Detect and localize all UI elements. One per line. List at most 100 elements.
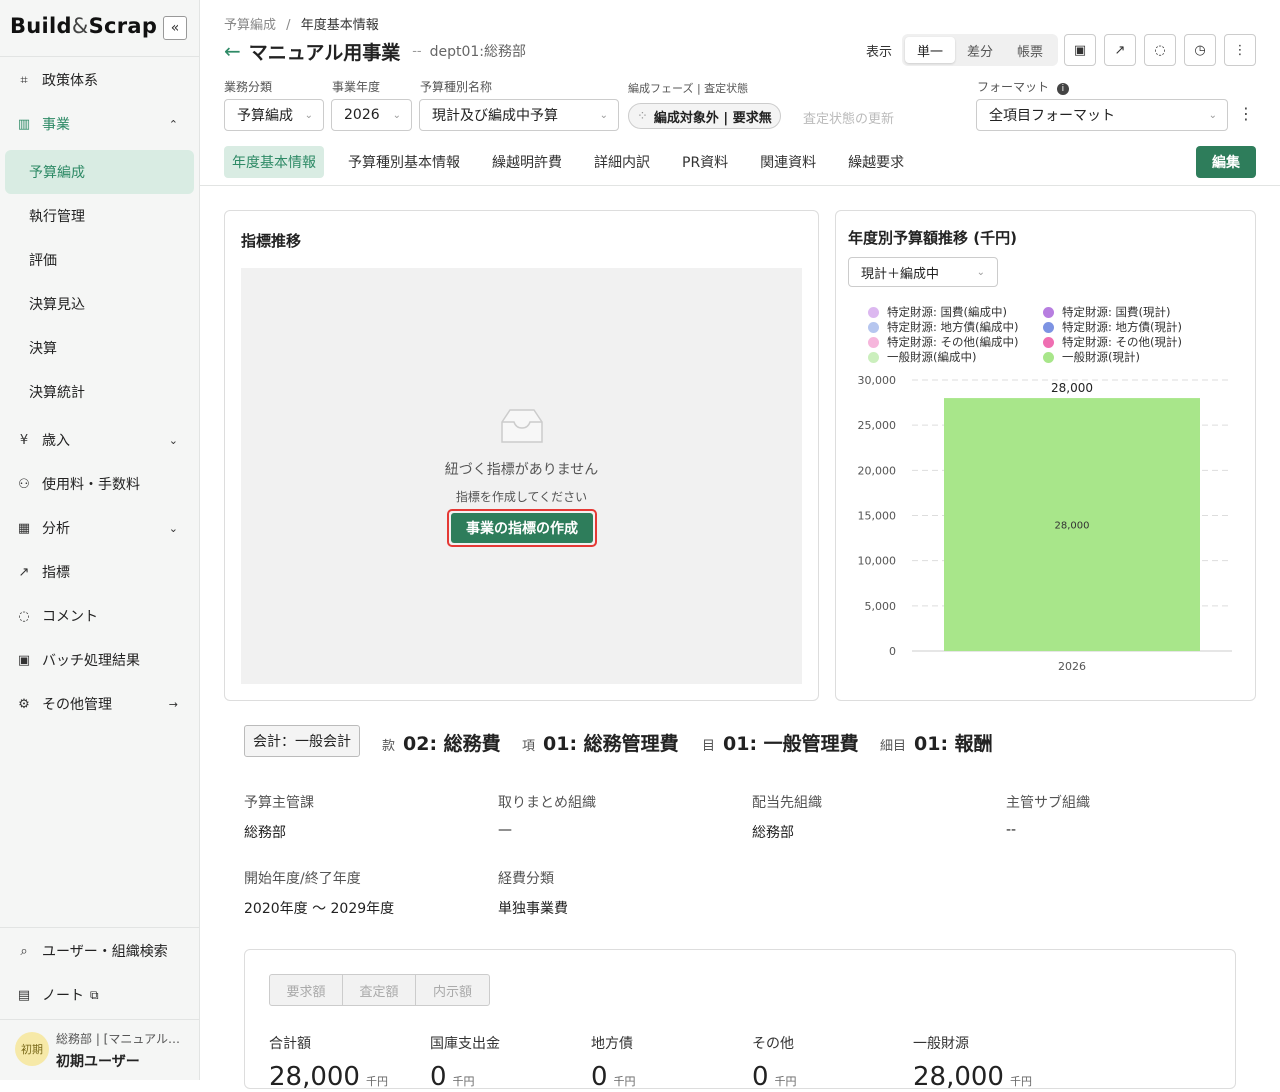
- chevron-down-icon: ⌄: [304, 109, 313, 121]
- amounts-card: [244, 949, 1236, 1089]
- ko-field: 項 01: 総務管理費: [522, 733, 679, 755]
- sidebar-item-user-search[interactable]: ⌕ ユーザー・組織検索: [0, 929, 200, 973]
- department-label: dept01:総務部: [429, 44, 527, 60]
- view-mode-label: 表示: [866, 45, 893, 60]
- tab-budget-type-info[interactable]: 予算種別基本情報: [340, 146, 468, 178]
- sidebar-item-batch-results[interactable]: ▣ バッチ処理結果: [0, 638, 200, 682]
- sidebar-item-projects[interactable]: ▥ 事業 ⌃: [0, 102, 200, 146]
- more-button[interactable]: ⋮: [1224, 34, 1256, 66]
- history-button[interactable]: ◷: [1184, 34, 1216, 66]
- yen-icon: ¥: [19, 432, 29, 448]
- dashboard-icon: ▦: [17, 520, 31, 536]
- trend-button[interactable]: ↗: [1104, 34, 1136, 66]
- hierarchy-icon: ⌗: [20, 72, 28, 88]
- tab-carryover[interactable]: 繰越明許費: [484, 146, 570, 178]
- business-category-select[interactable]: 予算編成 ⌄: [224, 99, 324, 131]
- create-indicator-button[interactable]: 事業の指標の作成: [447, 509, 597, 547]
- phase-status-badge: ⁘ 編成対象外 | 要求無: [628, 103, 781, 129]
- sidebar-item-other-admin[interactable]: ⚙ その他管理 →: [0, 682, 200, 726]
- indicator-card-title: 指標推移: [241, 232, 302, 250]
- legend-item[interactable]: 特定財源: 地方債(編成中): [868, 319, 1019, 335]
- sidebar-item-indicators[interactable]: ↗ 指標: [0, 550, 200, 594]
- sidebar-subitem-evaluation[interactable]: 評価: [0, 238, 200, 282]
- amount-value: 0 千円: [591, 1062, 636, 1092]
- back-arrow-icon[interactable]: ←: [224, 39, 241, 63]
- sidebar-subitem-settlement[interactable]: 決算: [0, 326, 200, 370]
- detail-value: --: [1006, 822, 1017, 838]
- sidebar-collapse-button[interactable]: «: [163, 16, 187, 40]
- budget-mode-select[interactable]: 現計＋編成中 ⌄: [848, 257, 998, 287]
- amount-tab-notified[interactable]: 内示額: [416, 975, 489, 1005]
- legend-item[interactable]: 特定財源: 国費(編成中): [868, 304, 1007, 320]
- update-assessment-link[interactable]: 査定状態の更新: [803, 108, 894, 127]
- sidebar-subitem-execution[interactable]: 執行管理: [0, 194, 200, 238]
- format-more-icon[interactable]: ⋮: [1238, 104, 1254, 123]
- amount-tab-assessed[interactable]: 査定額: [343, 975, 416, 1005]
- legend-swatch: [868, 306, 879, 318]
- view-mode-report[interactable]: 帳票: [1005, 37, 1055, 63]
- history-icon: ◷: [1194, 42, 1206, 58]
- legend-item[interactable]: 一般財源(現計): [1043, 349, 1140, 365]
- sidebar-subitem-budget[interactable]: 予算編成: [5, 150, 194, 194]
- empty-message: 紐づく指標がありません: [444, 462, 599, 478]
- page-title-row: ← マニュアル用事業 -- dept01:総務部: [224, 38, 526, 64]
- comment-button[interactable]: ◌: [1144, 34, 1176, 66]
- saimoku-field: 細目 01: 報酬: [880, 733, 993, 755]
- moku-field: 目 01: 一般管理費: [702, 733, 859, 755]
- user-coin-icon: ⚇: [18, 476, 30, 492]
- select-value: 現計＋編成中: [861, 266, 940, 282]
- legend-item[interactable]: 特定財源: 国費(現計): [1043, 304, 1171, 320]
- budget-type-select[interactable]: 現計及び編成中予算 ⌄: [419, 99, 619, 131]
- sidebar-item-label: 分析: [42, 521, 70, 537]
- sidebar-subitem-settlement-stats[interactable]: 決算統計: [0, 370, 200, 414]
- sidebar-item-notes[interactable]: ▤ ノート ⧉: [0, 973, 200, 1017]
- amount-tab-requested[interactable]: 要求額: [270, 975, 343, 1005]
- divider: [0, 927, 200, 928]
- avatar[interactable]: 初期: [15, 1032, 49, 1066]
- legend-label: 特定財源: 国費(編成中): [887, 305, 1008, 319]
- view-mode-single[interactable]: 単一: [905, 37, 956, 63]
- format-select[interactable]: 全項目フォーマット ⌄: [976, 99, 1228, 131]
- detail-value: —: [498, 822, 512, 838]
- tab-carryover-request[interactable]: 繰越要求: [840, 146, 912, 178]
- legend-item[interactable]: 特定財源: 地方債(現計): [1043, 319, 1182, 335]
- legend-label: 特定財源: 地方債(編成中): [887, 320, 1019, 334]
- app-logo[interactable]: Build&Scrap: [10, 14, 157, 38]
- sidebar-item-analysis[interactable]: ▦ 分析 ⌄: [0, 506, 200, 550]
- edit-button[interactable]: 編集: [1196, 146, 1256, 178]
- view-mode-diff[interactable]: 差分: [955, 37, 1005, 63]
- legend-item[interactable]: 一般財源(編成中): [868, 349, 976, 365]
- select-value: 現計及び編成中予算: [432, 108, 558, 124]
- sidebar-item-policy[interactable]: ⌗ 政策体系: [0, 58, 200, 102]
- legend-item[interactable]: 特定財源: その他(現計): [1043, 334, 1182, 350]
- breadcrumb-link-budget[interactable]: 予算編成: [224, 18, 276, 33]
- sidebar-item-label: コメント: [42, 609, 98, 625]
- breadcrumb-current: 年度基本情報: [300, 18, 379, 33]
- fiscal-year-select[interactable]: 2026 ⌄: [331, 99, 412, 131]
- tab-related-materials[interactable]: 関連資料: [752, 146, 824, 178]
- sidebar-item-label: バッチ処理結果: [42, 653, 140, 669]
- tab-details[interactable]: 詳細内訳: [586, 146, 658, 178]
- budget-type-label: 予算種別名称: [420, 80, 493, 94]
- info-icon[interactable]: i: [1056, 83, 1069, 95]
- detail-label: 配当先組織: [752, 795, 822, 811]
- legend-label: 特定財源: その他(編成中): [887, 335, 1019, 349]
- sidebar-subitem-settlement-forecast[interactable]: 決算見込: [0, 282, 200, 326]
- sidebar-item-revenue[interactable]: ¥ 歳入 ⌄: [0, 418, 200, 462]
- breadcrumb: 予算編成 / 年度基本情報: [224, 14, 379, 33]
- amount-label: 国庫支出金: [430, 1036, 500, 1052]
- sidebar-item-fees[interactable]: ⚇ 使用料・手数料: [0, 462, 200, 506]
- tab-yearly-basic-info[interactable]: 年度基本情報: [224, 146, 324, 178]
- legend-label: 一般財源(現計): [1062, 350, 1140, 364]
- title-separator: --: [412, 43, 422, 59]
- legend-item[interactable]: 特定財源: その他(編成中): [868, 334, 1019, 350]
- sidebar-item-comments[interactable]: ◌ コメント: [0, 594, 200, 638]
- detail-value: 総務部: [244, 825, 286, 841]
- user-name: 初期ユーザー: [56, 1054, 140, 1070]
- detail-label: 開始年度/終了年度: [244, 871, 361, 887]
- tab-bar: 年度基本情報 予算種別基本情報 繰越明許費 詳細内訳 PR資料 関連資料 繰越要…: [224, 146, 928, 178]
- sidebar-item-label: 指標: [42, 565, 70, 581]
- calendar-button[interactable]: ▣: [1064, 34, 1096, 66]
- tab-pr-materials[interactable]: PR資料: [674, 146, 736, 178]
- comment-icon: ◌: [1154, 42, 1166, 58]
